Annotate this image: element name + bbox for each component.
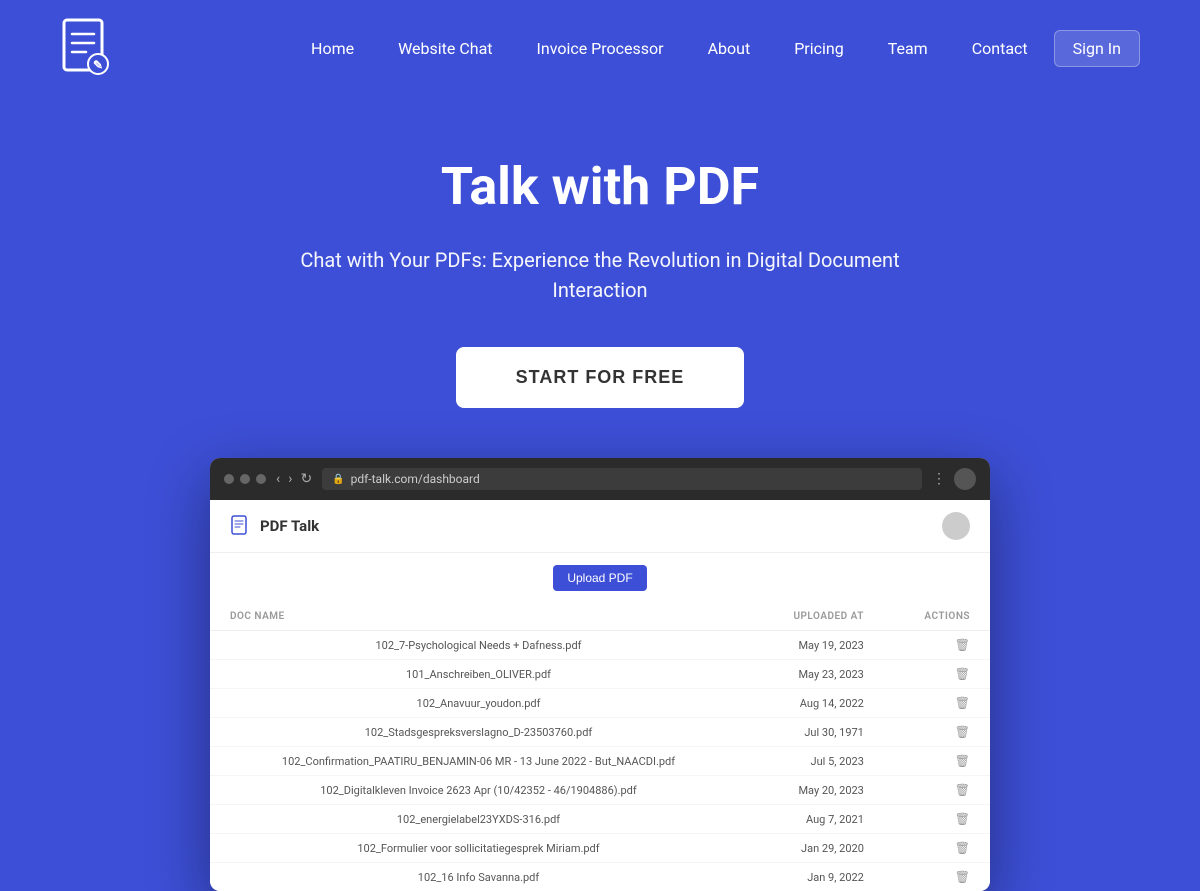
doc-actions-cell[interactable]: 🗑: [884, 863, 990, 891]
delete-icon[interactable]: 🗑: [955, 667, 970, 681]
app-content: PDF Talk Upload PDF DOC NAME UPLOADED AT…: [210, 500, 990, 891]
doc-name-cell: 102_Anavuur_youdon.pdf: [210, 689, 747, 718]
table-row[interactable]: 102_Formulier voor sollicitatiegesprek M…: [210, 834, 990, 863]
nav-invoice-processor[interactable]: Invoice Processor: [519, 31, 682, 66]
doc-date-cell: Jan 9, 2022: [747, 863, 884, 891]
hero-section: Talk with PDF Chat with Your PDFs: Exper…: [0, 96, 1200, 891]
table-row[interactable]: 102_Anavuur_youdon.pdf Aug 14, 2022 🗑: [210, 689, 990, 718]
app-header: PDF Talk: [210, 500, 990, 553]
browser-actions: ⋮: [932, 468, 976, 490]
forward-button[interactable]: ›: [288, 471, 292, 487]
window-minimize-dot: [240, 474, 250, 484]
doc-date-cell: May 20, 2023: [747, 776, 884, 805]
doc-name-cell: 102_Confirmation_PAATIRU_BENJAMIN-06 MR …: [210, 747, 747, 776]
window-close-dot: [224, 474, 234, 484]
doc-name-cell: 102_16 Info Savanna.pdf: [210, 863, 747, 891]
doc-actions-cell[interactable]: 🗑: [884, 805, 990, 834]
app-logo-icon: [230, 515, 252, 537]
doc-date-cell: May 19, 2023: [747, 631, 884, 660]
app-user-avatar: [942, 512, 970, 540]
col-uploaded-at: UPLOADED AT: [747, 603, 884, 631]
cta-button[interactable]: START FOR FREE: [456, 347, 745, 408]
app-logo-text: PDF Talk: [260, 517, 319, 535]
nav-home[interactable]: Home: [293, 31, 372, 66]
browser-menu-icon[interactable]: ⋮: [932, 471, 946, 487]
browser-window-controls: [224, 474, 266, 484]
browser-chrome-bar: ‹ › ↻ 🔒 pdf-talk.com/dashboard ⋮: [210, 458, 990, 500]
doc-actions-cell[interactable]: 🗑: [884, 718, 990, 747]
col-doc-name: DOC NAME: [210, 603, 747, 631]
table-row[interactable]: 101_Anschreiben_OLIVER.pdf May 23, 2023 …: [210, 660, 990, 689]
app-logo: PDF Talk: [230, 515, 319, 537]
documents-table: DOC NAME UPLOADED AT ACTIONS 102_7-Psych…: [210, 603, 990, 891]
nav-about[interactable]: About: [690, 31, 769, 66]
logo-icon: ✎: [60, 18, 110, 78]
doc-actions-cell[interactable]: 🗑: [884, 631, 990, 660]
doc-name-cell: 102_energielabel23YXDS-316.pdf: [210, 805, 747, 834]
doc-actions-cell[interactable]: 🗑: [884, 776, 990, 805]
window-maximize-dot: [256, 474, 266, 484]
doc-name-cell: 102_Digitalkleven Invoice 2623 Apr (10/4…: [210, 776, 747, 805]
delete-icon[interactable]: 🗑: [955, 841, 970, 855]
browser-user-avatar: [954, 468, 976, 490]
doc-name-cell: 101_Anschreiben_OLIVER.pdf: [210, 660, 747, 689]
doc-actions-cell[interactable]: 🗑: [884, 660, 990, 689]
table-row[interactable]: 102_7-Psychological Needs + Dafness.pdf …: [210, 631, 990, 660]
col-actions: ACTIONS: [884, 603, 990, 631]
table-row[interactable]: 102_Digitalkleven Invoice 2623 Apr (10/4…: [210, 776, 990, 805]
svg-text:✎: ✎: [93, 58, 103, 72]
delete-icon[interactable]: 🗑: [955, 696, 970, 710]
delete-icon[interactable]: 🗑: [955, 812, 970, 826]
nav-sign-in[interactable]: Sign In: [1054, 30, 1140, 67]
nav-website-chat[interactable]: Website Chat: [380, 31, 510, 66]
doc-date-cell: May 23, 2023: [747, 660, 884, 689]
table-row[interactable]: 102_Confirmation_PAATIRU_BENJAMIN-06 MR …: [210, 747, 990, 776]
nav-team[interactable]: Team: [870, 31, 946, 66]
delete-icon[interactable]: 🗑: [955, 754, 970, 768]
main-nav: Home Website Chat Invoice Processor Abou…: [293, 30, 1140, 67]
doc-date-cell: Aug 14, 2022: [747, 689, 884, 718]
browser-mockup: ‹ › ↻ 🔒 pdf-talk.com/dashboard ⋮: [210, 458, 990, 891]
doc-date-cell: Jan 29, 2020: [747, 834, 884, 863]
nav-contact[interactable]: Contact: [954, 31, 1046, 66]
doc-name-cell: 102_Formulier voor sollicitatiegesprek M…: [210, 834, 747, 863]
refresh-button[interactable]: ↻: [300, 471, 312, 487]
lock-icon: 🔒: [332, 474, 344, 485]
doc-date-cell: Jul 30, 1971: [747, 718, 884, 747]
doc-date-cell: Aug 7, 2021: [747, 805, 884, 834]
nav-pricing[interactable]: Pricing: [776, 31, 862, 66]
doc-actions-cell[interactable]: 🗑: [884, 689, 990, 718]
logo[interactable]: ✎: [60, 18, 110, 78]
upload-pdf-button[interactable]: Upload PDF: [553, 565, 646, 591]
delete-icon[interactable]: 🗑: [955, 725, 970, 739]
back-button[interactable]: ‹: [276, 471, 280, 487]
doc-actions-cell[interactable]: 🗑: [884, 834, 990, 863]
doc-actions-cell[interactable]: 🗑: [884, 747, 990, 776]
address-text: pdf-talk.com/dashboard: [351, 472, 480, 486]
browser-address-bar[interactable]: 🔒 pdf-talk.com/dashboard: [322, 468, 922, 490]
hero-subtitle: Chat with Your PDFs: Experience the Revo…: [290, 245, 910, 305]
hero-title: Talk with PDF: [441, 156, 759, 217]
delete-icon[interactable]: 🗑: [955, 870, 970, 884]
doc-name-cell: 102_Stadsgespreksverslagno_D-23503760.pd…: [210, 718, 747, 747]
table-row[interactable]: 102_Stadsgespreksverslagno_D-23503760.pd…: [210, 718, 990, 747]
delete-icon[interactable]: 🗑: [955, 783, 970, 797]
table-row[interactable]: 102_energielabel23YXDS-316.pdf Aug 7, 20…: [210, 805, 990, 834]
browser-nav-buttons: ‹ › ↻: [276, 471, 312, 487]
delete-icon[interactable]: 🗑: [955, 638, 970, 652]
table-row[interactable]: 102_16 Info Savanna.pdf Jan 9, 2022 🗑: [210, 863, 990, 891]
doc-date-cell: Jul 5, 2023: [747, 747, 884, 776]
doc-name-cell: 102_7-Psychological Needs + Dafness.pdf: [210, 631, 747, 660]
upload-section: Upload PDF: [210, 553, 990, 603]
site-header: ✎ Home Website Chat Invoice Processor Ab…: [0, 0, 1200, 96]
